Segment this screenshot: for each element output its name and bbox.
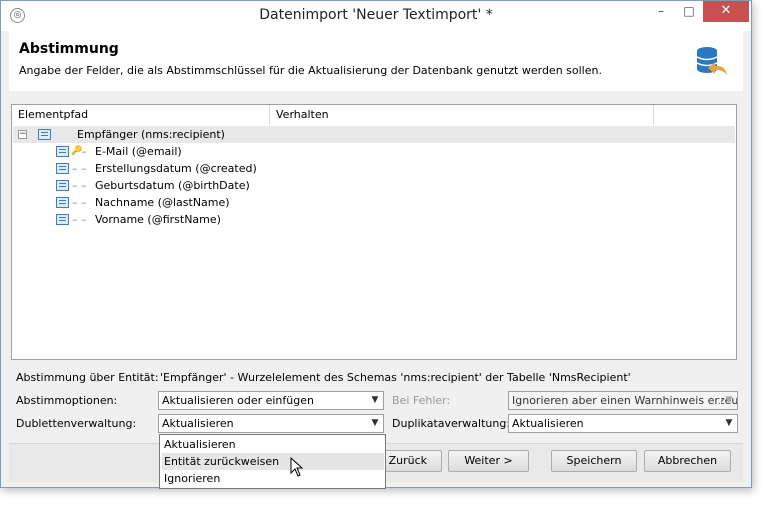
tree-row[interactable]: – – Erstellungsdatum (@created) bbox=[13, 160, 735, 177]
title-bar[interactable]: ◎ Datenimport 'Neuer Textimport' * – □ ✕ bbox=[1, 1, 751, 31]
chevron-down-icon[interactable]: ▼ bbox=[366, 415, 383, 432]
duplicate-mgmt-label: Duplikataverwaltung: bbox=[392, 417, 511, 430]
mouse-cursor-icon bbox=[290, 457, 304, 477]
tree-root-label: Empfänger (nms:recipient) bbox=[77, 128, 225, 141]
page-title: Abstimmung bbox=[19, 41, 119, 57]
duplicates-value: Aktualisieren bbox=[162, 417, 234, 430]
list-icon bbox=[56, 180, 69, 191]
wizard-header: Abstimmung Angabe der Felder, die als Ab… bbox=[9, 31, 743, 91]
duplicate-mgmt-select[interactable]: Aktualisieren ▼ bbox=[508, 414, 738, 433]
chevron-down-icon: ▼ bbox=[720, 392, 737, 409]
page-subtitle: Angabe der Felder, die als Abstimmschlüs… bbox=[19, 64, 602, 77]
list-icon bbox=[56, 214, 69, 225]
tree-item-label: Geburtsdatum (@birthDate) bbox=[95, 179, 250, 192]
dropdown-option-hovered[interactable]: Entität zurückweisen bbox=[162, 453, 384, 470]
window-title: Datenimport 'Neuer Textimport' * bbox=[259, 7, 493, 23]
duplicates-select[interactable]: Aktualisieren ▼ bbox=[158, 414, 384, 433]
import-dialog-window: ◎ Datenimport 'Neuer Textimport' * – □ ✕… bbox=[0, 0, 752, 489]
column-header-behavior[interactable]: Verhalten bbox=[270, 105, 654, 125]
minimize-button[interactable]: – bbox=[647, 1, 675, 22]
next-button[interactable]: Weiter > bbox=[448, 450, 529, 472]
tree-row[interactable]: – – Nachname (@lastName) bbox=[13, 194, 735, 211]
tree-item-label: Erstellungsdatum (@created) bbox=[95, 162, 257, 175]
tree-row[interactable]: – – Vorname (@firstName) bbox=[13, 211, 735, 228]
entity-label: Abstimmung über Entität: bbox=[16, 371, 159, 384]
tree-item-label: Nachname (@lastName) bbox=[95, 196, 230, 209]
dropdown-option[interactable]: Aktualisieren bbox=[162, 436, 384, 453]
entity-value: 'Empfänger' - Wurzelelement des Schemas … bbox=[160, 371, 631, 384]
error-select: Ignorieren aber einen Warnhinweis erzeug… bbox=[508, 391, 738, 410]
tree-item-label: E-Mail (@email) bbox=[95, 145, 182, 158]
list-icon bbox=[56, 146, 69, 157]
options-label: Abstimmoptionen: bbox=[16, 394, 118, 407]
close-button[interactable]: ✕ bbox=[703, 1, 749, 22]
duplicates-dropdown-list[interactable]: Aktualisieren Entität zurückweisen Ignor… bbox=[159, 434, 386, 489]
dropdown-option[interactable]: Ignorieren bbox=[162, 470, 384, 487]
maximize-button[interactable]: □ bbox=[675, 1, 703, 22]
error-value: Ignorieren aber einen Warnhinweis erzeug… bbox=[512, 394, 738, 407]
key-icon: 🔑 bbox=[71, 146, 83, 156]
save-button[interactable]: Speichern bbox=[551, 450, 637, 472]
list-icon bbox=[56, 197, 69, 208]
tree-row[interactable]: – – Geburtsdatum (@birthDate) bbox=[13, 177, 735, 194]
error-label: Bei Fehler: bbox=[392, 394, 451, 407]
list-icon bbox=[56, 163, 69, 174]
chevron-down-icon[interactable]: ▼ bbox=[720, 415, 737, 432]
chevron-down-icon[interactable]: ▼ bbox=[366, 392, 383, 409]
database-refresh-icon bbox=[696, 47, 727, 75]
tree-item-label: Vorname (@firstName) bbox=[95, 213, 221, 226]
options-value: Aktualisieren oder einfügen bbox=[162, 394, 314, 407]
element-tree[interactable]: Elementpfad Verhalten − Empfänger (nms:r… bbox=[11, 104, 737, 360]
options-select[interactable]: Aktualisieren oder einfügen ▼ bbox=[158, 391, 384, 410]
collapse-toggle-icon[interactable]: − bbox=[18, 130, 27, 139]
tree-row[interactable]: 🔑 – E-Mail (@email) bbox=[13, 143, 735, 160]
duplicates-label: Dublettenverwaltung: bbox=[16, 417, 137, 430]
duplicate-mgmt-value: Aktualisieren bbox=[512, 417, 584, 430]
tree-root-row[interactable]: − Empfänger (nms:recipient) bbox=[13, 126, 735, 143]
cancel-button[interactable]: Abbrechen bbox=[644, 450, 731, 472]
column-header-element-path[interactable]: Elementpfad bbox=[12, 105, 270, 125]
list-icon bbox=[38, 129, 51, 140]
